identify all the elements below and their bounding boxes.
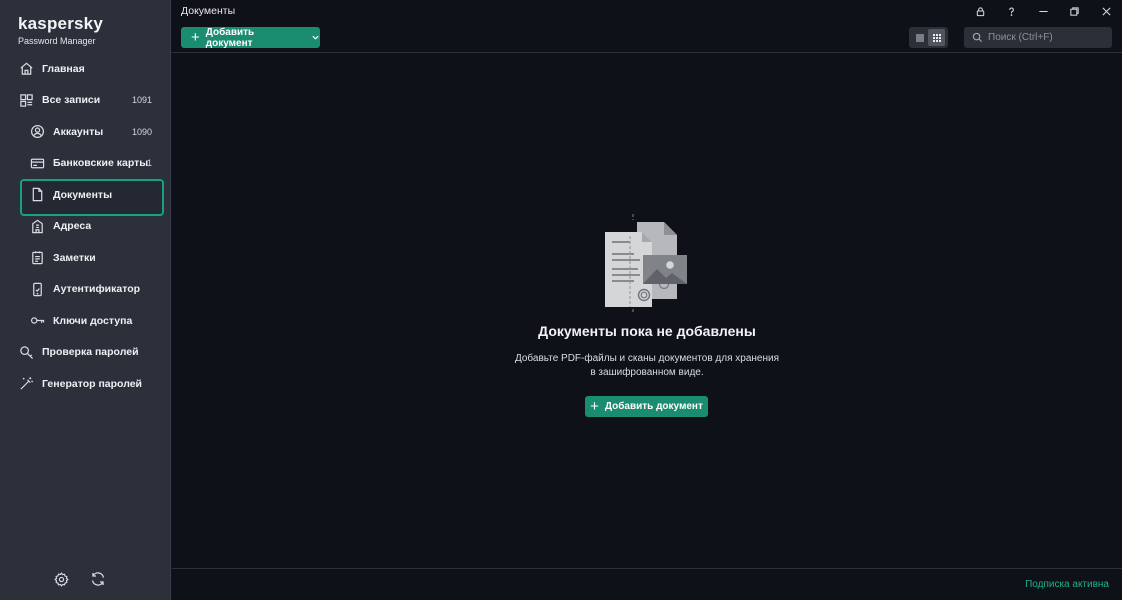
search-icon <box>972 32 983 43</box>
sidebar-item-passkeys[interactable]: Ключи доступа <box>0 305 170 337</box>
window-title: Документы <box>181 5 236 17</box>
lock-icon <box>976 6 984 16</box>
add-document-button[interactable]: + Добавить документ <box>585 396 708 417</box>
sidebar-item-label: Документы <box>53 188 113 201</box>
minimize-icon <box>1039 10 1048 12</box>
key-icon <box>29 313 45 329</box>
restore-icon <box>1070 6 1079 16</box>
magic-wand-icon <box>18 376 34 392</box>
help-button[interactable] <box>996 0 1028 22</box>
add-document-label: Добавить документ <box>205 26 255 49</box>
brand-name: kaspersky <box>18 14 103 33</box>
notes-icon <box>29 250 45 266</box>
sidebar-item-accounts[interactable]: Аккаунты 1090 <box>0 116 170 148</box>
sidebar-item-label: Аккаунты <box>53 125 104 138</box>
sidebar-item-count: 1 <box>146 158 152 169</box>
sidebar-item-authenticator[interactable]: Аутентификатор <box>0 274 170 306</box>
sidebar-item-label: Заметки <box>53 251 96 264</box>
sidebar-item-all-records[interactable]: Все записи 1091 <box>0 85 170 117</box>
sidebar-item-bank-cards[interactable]: Банковские карты 1 <box>0 148 170 180</box>
main-area: Документы + Добавить документ Поиск (Ctr… <box>172 0 1122 600</box>
plus-icon: + <box>191 29 200 46</box>
minimize-button[interactable] <box>1028 0 1060 22</box>
sync-button[interactable] <box>89 570 107 588</box>
sidebar-item-notes[interactable]: Заметки <box>0 242 170 274</box>
sidebar-item-password-check[interactable]: Проверка паролей <box>0 337 170 369</box>
grid-view-button[interactable] <box>928 29 945 46</box>
sidebar-item-label: Аутентификатор <box>53 283 141 296</box>
list-view-button[interactable] <box>911 29 928 46</box>
empty-state-desc-line2: в зашифрованном виде. <box>590 366 704 378</box>
sidebar-nav: Главная Все записи 1091 Аккаунты 1090 Ба… <box>0 53 170 400</box>
lock-button[interactable] <box>965 0 997 22</box>
sidebar-item-label: Банковские карты <box>53 157 149 170</box>
sidebar-item-label: Все записи <box>42 94 101 107</box>
search-input[interactable] <box>988 32 1103 43</box>
gear-icon <box>53 571 69 587</box>
sidebar-item-count: 1091 <box>131 95 152 106</box>
status-bar: Подписка активна <box>172 568 1122 600</box>
brand-logo: kaspersky Password Manager <box>18 14 103 47</box>
sidebar-item-label: Проверка паролей <box>42 346 139 359</box>
sidebar-item-count: 1090 <box>131 126 152 137</box>
view-toggle <box>909 27 948 48</box>
documents-illustration <box>605 214 687 312</box>
empty-state-desc-line1: Добавьте PDF-файлы и сканы документов дл… <box>514 353 779 364</box>
brand-product: Password Manager <box>18 36 96 46</box>
restore-button[interactable] <box>1059 0 1091 22</box>
question-icon <box>1009 7 1015 16</box>
sidebar-footer <box>0 568 170 592</box>
credit-card-icon <box>29 155 45 171</box>
window-controls <box>965 0 1122 22</box>
authenticator-icon <box>29 281 45 297</box>
grid-icon <box>18 92 34 108</box>
building-icon <box>29 218 45 234</box>
sidebar-item-label: Главная <box>42 62 85 75</box>
sidebar-item-label: Ключи доступа <box>53 314 133 327</box>
close-button[interactable] <box>1091 0 1122 22</box>
settings-button[interactable] <box>52 570 70 588</box>
sidebar: kaspersky Password Manager Главная Все з… <box>0 0 171 600</box>
sidebar-item-home[interactable]: Главная <box>0 53 170 85</box>
password-check-icon <box>18 344 34 360</box>
add-document-dropdown-button[interactable]: + Добавить документ <box>181 26 320 49</box>
user-circle-icon <box>29 124 45 140</box>
search-box <box>964 27 1112 48</box>
chevron-down-icon <box>311 33 320 42</box>
content-area: Документы пока не добавлены Добавьте PDF… <box>172 54 1122 568</box>
sidebar-item-label: Адреса <box>53 220 92 233</box>
add-document-button-label: Добавить документ <box>604 401 703 412</box>
empty-state-title: Документы пока не добавлены <box>538 323 756 339</box>
grid-view-icon <box>932 33 941 42</box>
sidebar-item-password-generator[interactable]: Генератор паролей <box>0 368 170 400</box>
plus-icon: + <box>590 398 599 415</box>
subscription-status-link[interactable]: Подписка активна <box>1025 579 1109 590</box>
empty-state-description: Добавьте PDF-файлы и сканы документов дл… <box>172 352 1122 379</box>
list-icon <box>915 34 924 41</box>
home-icon <box>18 61 34 77</box>
sidebar-item-documents[interactable]: Документы <box>0 179 170 216</box>
title-bar: Документы <box>172 0 1122 22</box>
sync-icon <box>91 572 105 586</box>
toolbar: + Добавить документ <box>172 22 1122 53</box>
close-icon <box>1102 6 1111 16</box>
sidebar-item-label: Генератор паролей <box>42 377 143 390</box>
sidebar-item-addresses[interactable]: Адреса <box>0 211 170 243</box>
document-icon <box>29 187 45 203</box>
